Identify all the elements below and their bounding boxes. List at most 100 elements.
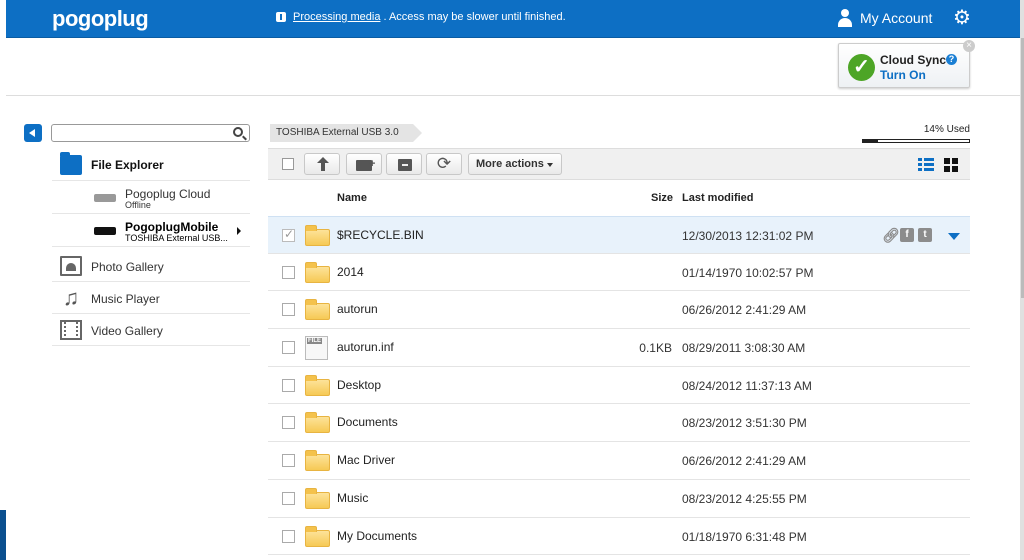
photo-icon bbox=[60, 256, 82, 276]
table-row[interactable]: Documents 08/23/2012 3:51:30 PM bbox=[268, 404, 970, 443]
file-name: Documents bbox=[337, 415, 398, 430]
chevron-right-icon bbox=[237, 227, 241, 235]
chevron-down-icon[interactable] bbox=[948, 233, 960, 240]
folder-icon bbox=[60, 152, 82, 175]
file-modified: 01/14/1970 10:02:57 PM bbox=[682, 265, 814, 280]
search-input[interactable] bbox=[56, 126, 226, 140]
column-header-last-modified[interactable]: Last modified bbox=[682, 192, 754, 204]
app-window: pogoplug Processing media . Access may b… bbox=[0, 0, 1024, 560]
file-size: 0.1KB bbox=[639, 341, 672, 356]
file-modified: 08/23/2012 3:51:30 PM bbox=[682, 416, 807, 431]
select-all-checkbox[interactable] bbox=[282, 158, 294, 170]
notice-text: . Access may be slower until finished. bbox=[383, 11, 566, 23]
sidebar-item-photo-gallery[interactable]: Photo Gallery bbox=[52, 250, 250, 282]
file-name: autorun.inf bbox=[337, 340, 394, 355]
table-row[interactable]: autorun.inf 0.1KB 08/29/2011 3:08:30 AM bbox=[268, 329, 970, 367]
link-icon[interactable]: 🔗︎ bbox=[882, 228, 900, 242]
row-checkbox[interactable] bbox=[282, 227, 295, 242]
storage-usage-fill bbox=[863, 140, 878, 142]
table-row[interactable]: $RECYCLE.BIN 12/30/2013 12:31:02 PM 🔗︎ft bbox=[268, 216, 970, 254]
cloud-sync-title: Cloud Sync bbox=[880, 53, 947, 67]
refresh-icon: ⟳ bbox=[436, 154, 452, 173]
table-row[interactable]: My Documents 01/18/1970 6:31:48 PM bbox=[268, 518, 970, 556]
info-icon bbox=[276, 12, 286, 22]
row-checkbox[interactable] bbox=[282, 491, 295, 505]
user-icon bbox=[836, 9, 854, 27]
file-icon bbox=[305, 336, 328, 361]
share-actions: 🔗︎ f t bbox=[882, 228, 936, 242]
new-folder-button[interactable] bbox=[346, 153, 382, 175]
folder-icon bbox=[305, 299, 330, 321]
table-row[interactable]: Music 08/23/2012 4:25:55 PM bbox=[268, 480, 970, 518]
file-name: Desktop bbox=[337, 377, 382, 392]
device-name: Pogoplug Cloud bbox=[125, 187, 211, 201]
file-explorer-label: File Explorer bbox=[91, 158, 164, 172]
sidebar-item-file-explorer[interactable]: File Explorer bbox=[52, 149, 250, 181]
my-account-button[interactable]: My Account bbox=[836, 9, 932, 27]
file-list: $RECYCLE.BIN 12/30/2013 12:31:02 PM 🔗︎ft 20… bbox=[268, 216, 970, 556]
folder-icon bbox=[305, 261, 330, 283]
sidebar-item-video-gallery[interactable]: Video Gallery bbox=[52, 314, 250, 346]
help-icon[interactable]: ? bbox=[946, 54, 957, 65]
file-modified: 08/24/2012 11:37:13 AM bbox=[682, 378, 812, 393]
row-checkbox[interactable] bbox=[282, 265, 295, 279]
file-name: My Documents bbox=[337, 528, 418, 543]
breadcrumb[interactable]: TOSHIBA External USB 3.0 bbox=[270, 124, 422, 142]
archive-button[interactable] bbox=[386, 153, 422, 175]
upload-button[interactable] bbox=[304, 153, 340, 175]
film-icon bbox=[60, 320, 82, 340]
file-name: autorun bbox=[337, 302, 378, 317]
folder-icon bbox=[305, 374, 330, 396]
column-header-name[interactable]: Name bbox=[337, 192, 367, 204]
video-gallery-label: Video Gallery bbox=[91, 324, 163, 338]
folder-icon bbox=[305, 487, 330, 509]
processing-media-link[interactable]: Processing media bbox=[293, 11, 380, 23]
table-row[interactable]: Desktop 08/24/2012 11:37:13 AM bbox=[268, 367, 970, 405]
column-header-size[interactable]: Size bbox=[651, 192, 673, 204]
pogoplug-logo[interactable]: pogoplug bbox=[52, 6, 149, 32]
sidebar-device-pogoplugmobile[interactable]: PogoplugMobile TOSHIBA External USB... bbox=[52, 215, 250, 247]
row-checkbox[interactable] bbox=[282, 303, 295, 317]
sidebar-device-pogoplug-cloud[interactable]: Pogoplug Cloud Offline bbox=[52, 182, 250, 214]
folder-icon bbox=[305, 525, 330, 547]
file-name: Music bbox=[337, 490, 369, 505]
file-name: 2014 bbox=[337, 264, 364, 279]
refresh-button[interactable]: ⟳ bbox=[426, 153, 462, 175]
search-icon[interactable] bbox=[233, 127, 243, 137]
folder-icon bbox=[305, 450, 330, 472]
row-checkbox[interactable] bbox=[282, 454, 295, 468]
table-row[interactable]: Mac Driver 06/26/2012 2:41:29 AM bbox=[268, 442, 970, 480]
row-checkbox[interactable] bbox=[282, 341, 295, 355]
file-modified: 06/26/2012 2:41:29 AM bbox=[682, 303, 807, 318]
toolbar: ⟳ More actions bbox=[268, 148, 970, 180]
folder-icon bbox=[305, 225, 330, 246]
device-status: Offline bbox=[125, 200, 151, 210]
more-actions-dropdown[interactable]: More actions bbox=[468, 153, 562, 175]
gear-icon[interactable]: ⚙ bbox=[952, 8, 972, 28]
sidebar-item-music-player[interactable]: ♫ Music Player bbox=[52, 282, 250, 314]
photo-gallery-label: Photo Gallery bbox=[91, 260, 164, 274]
facebook-icon[interactable]: f bbox=[900, 228, 914, 242]
check-icon: ✓ bbox=[848, 54, 875, 81]
storage-usage-bar bbox=[862, 139, 970, 143]
file-modified: 08/23/2012 4:25:55 PM bbox=[682, 491, 807, 506]
row-checkbox[interactable] bbox=[282, 416, 295, 430]
file-modified: 12/30/2013 12:31:02 PM bbox=[682, 229, 814, 243]
processing-notice: Processing media . Access may be slower … bbox=[276, 11, 566, 23]
grid-view-icon[interactable] bbox=[944, 158, 958, 172]
file-modified: 06/26/2012 2:41:29 AM bbox=[682, 454, 807, 469]
close-icon[interactable]: × bbox=[963, 40, 975, 52]
row-checkbox[interactable] bbox=[282, 529, 295, 543]
twitter-icon[interactable]: t bbox=[918, 228, 932, 242]
cloud-sync-button[interactable]: ✓ Cloud Sync ? Turn On × bbox=[838, 40, 975, 88]
collapse-sidebar-button[interactable] bbox=[24, 124, 42, 142]
window-edge bbox=[0, 510, 6, 560]
list-view-icon[interactable] bbox=[918, 158, 934, 171]
more-actions-label: More actions bbox=[476, 158, 544, 170]
row-checkbox[interactable] bbox=[282, 378, 295, 392]
table-row[interactable]: autorun 06/26/2012 2:41:29 AM bbox=[268, 291, 970, 330]
table-row[interactable]: 2014 01/14/1970 10:02:57 PM bbox=[268, 254, 970, 292]
drive-icon bbox=[94, 194, 116, 202]
my-account-label: My Account bbox=[860, 10, 933, 26]
chevron-down-icon bbox=[547, 163, 553, 167]
